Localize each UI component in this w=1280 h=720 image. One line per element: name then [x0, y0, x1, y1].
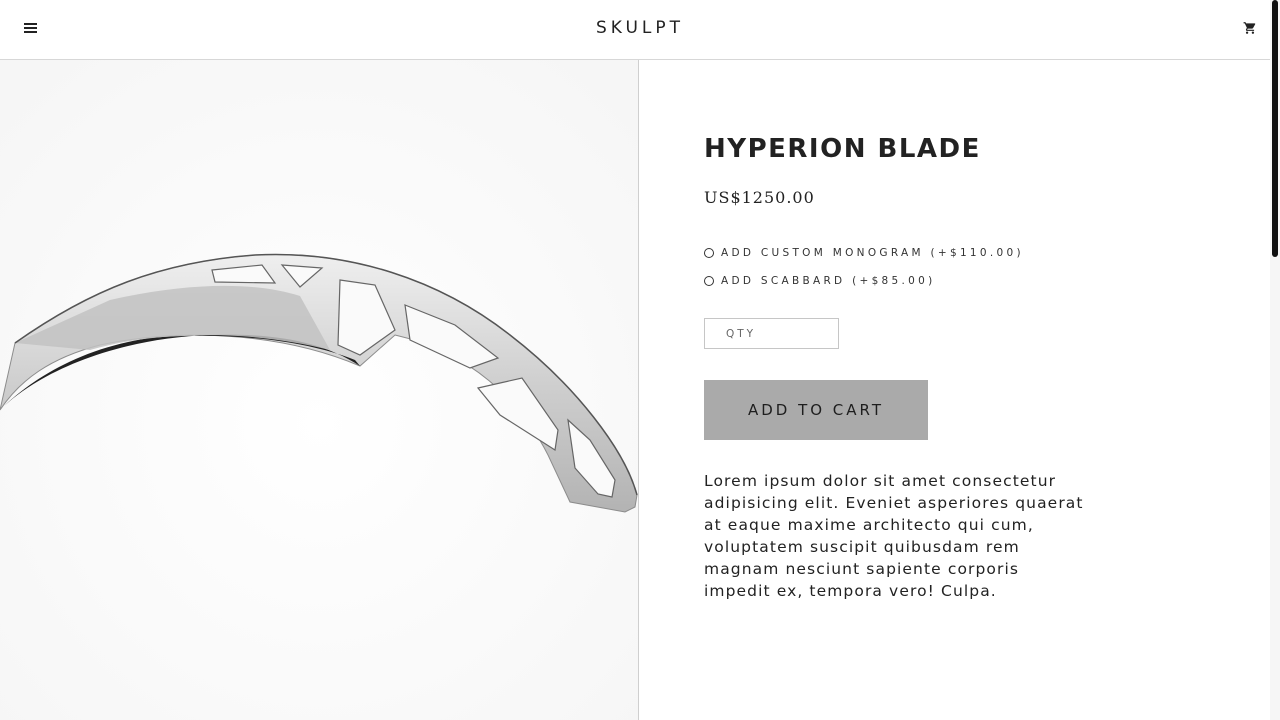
- product-image: [0, 60, 638, 720]
- top-navigation-bar: SKULPT: [0, 0, 1280, 60]
- quantity-input[interactable]: [704, 318, 839, 349]
- monogram-option[interactable]: ADD CUSTOM MONOGRAM (+$110.00): [704, 246, 1024, 260]
- product-description: Lorem ipsum dolor sit amet consectetur a…: [704, 472, 1084, 600]
- shopping-cart-icon[interactable]: [1243, 21, 1257, 35]
- brand-logo[interactable]: SKULPT: [0, 18, 1280, 38]
- scabbard-option[interactable]: ADD SCABBARD (+$85.00): [704, 274, 936, 288]
- monogram-option-label: ADD CUSTOM MONOGRAM (+$110.00): [721, 247, 1024, 259]
- monogram-radio[interactable]: [704, 248, 714, 258]
- hamburger-menu-icon[interactable]: [24, 23, 37, 34]
- product-image-panel: [0, 60, 639, 720]
- scabbard-option-label: ADD SCABBARD (+$85.00): [721, 275, 936, 287]
- page-scrollbar[interactable]: [1270, 0, 1280, 720]
- scabbard-radio[interactable]: [704, 276, 714, 286]
- product-details-panel: HYPERION BLADE US$1250.00 ADD CUSTOM MON…: [704, 60, 1104, 720]
- scrollbar-thumb[interactable]: [1272, 0, 1278, 257]
- product-price: US$1250.00: [704, 188, 815, 207]
- product-title: HYPERION BLADE: [704, 134, 981, 164]
- add-to-cart-button[interactable]: ADD TO CART: [704, 380, 928, 440]
